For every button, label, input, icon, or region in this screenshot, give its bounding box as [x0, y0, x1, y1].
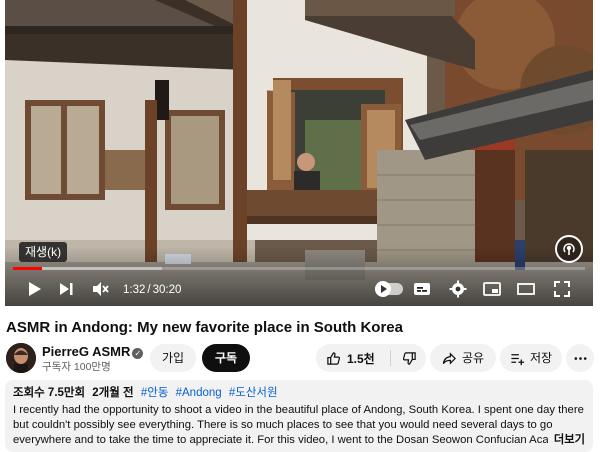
- progress-bar[interactable]: [13, 267, 585, 270]
- hashtag[interactable]: #도산서원: [229, 387, 278, 399]
- description-box[interactable]: 조회수 7.5만회 2개월 전 #안동 #Andong #도산서원 I rece…: [5, 380, 593, 452]
- settings-icon[interactable]: [447, 278, 469, 300]
- share-label: 공유: [461, 351, 485, 365]
- description-body: I recently had the opportunity to shoot …: [13, 404, 584, 450]
- channel-name-text[interactable]: PierreG ASMR: [42, 344, 130, 359]
- video-player[interactable]: 재생(k) 1:32/30:20: [5, 0, 593, 306]
- upload-date: 2개월 전: [92, 387, 134, 399]
- subscriber-count: 구독자 100만명: [42, 361, 111, 373]
- save-button[interactable]: 저장: [500, 344, 562, 372]
- save-label: 저장: [529, 351, 553, 365]
- like-count: 1.5천: [347, 351, 375, 366]
- autoplay-toggle[interactable]: [375, 281, 403, 297]
- owner-row: PierreG ASMR ✓ 구독자 100만명 가입 구독 1.5천 공유 저장: [6, 342, 594, 374]
- more-horizontal-icon: [574, 356, 586, 360]
- time-separator: /: [147, 284, 151, 296]
- verified-icon: ✓: [132, 348, 144, 359]
- subtitles-icon[interactable]: [411, 278, 433, 300]
- show-more-link[interactable]: 더보기: [547, 433, 585, 448]
- description-text: I recently had the opportunity to shoot …: [13, 403, 585, 450]
- share-icon: [442, 351, 456, 365]
- hashtag[interactable]: #Andong: [176, 387, 222, 399]
- podcast-icon[interactable]: [555, 235, 583, 263]
- like-dislike-group: 1.5천: [316, 344, 426, 372]
- player-controls: 1:32/30:20: [5, 274, 593, 304]
- channel-avatar[interactable]: [6, 343, 36, 373]
- mute-icon[interactable]: [89, 278, 111, 300]
- join-button[interactable]: 가입: [150, 344, 196, 372]
- description-meta: 조회수 7.5만회 2개월 전 #안동 #Andong #도산서원: [13, 386, 585, 401]
- like-divider: [390, 350, 391, 366]
- fullscreen-icon[interactable]: [551, 278, 573, 300]
- play-tooltip: 재생(k): [19, 242, 68, 262]
- more-actions-button[interactable]: [566, 344, 594, 372]
- playlist-add-icon: [511, 353, 525, 365]
- view-count: 조회수 7.5만회: [13, 387, 86, 399]
- subscribe-button[interactable]: 구독: [202, 344, 250, 372]
- next-icon[interactable]: [55, 278, 77, 300]
- duration: 30:20: [152, 284, 182, 296]
- thumbs-up-icon: [327, 351, 341, 365]
- like-button[interactable]: 1.5천: [316, 344, 390, 372]
- dislike-button[interactable]: [392, 344, 426, 372]
- channel-name[interactable]: PierreG ASMR ✓: [42, 344, 144, 360]
- autoplay-knob: [375, 281, 391, 297]
- video-title: ASMR in Andong: My new favorite place in…: [6, 319, 403, 336]
- time-display: 1:32/30:20: [123, 283, 181, 297]
- share-button[interactable]: 공유: [430, 344, 496, 372]
- current-time: 1:32: [123, 284, 146, 296]
- hashtag[interactable]: #안동: [141, 387, 169, 399]
- thumbs-down-icon: [402, 351, 416, 365]
- play-icon[interactable]: [23, 278, 45, 300]
- progress-played: [13, 267, 42, 270]
- theater-icon[interactable]: [515, 278, 537, 300]
- miniplayer-icon[interactable]: [481, 278, 503, 300]
